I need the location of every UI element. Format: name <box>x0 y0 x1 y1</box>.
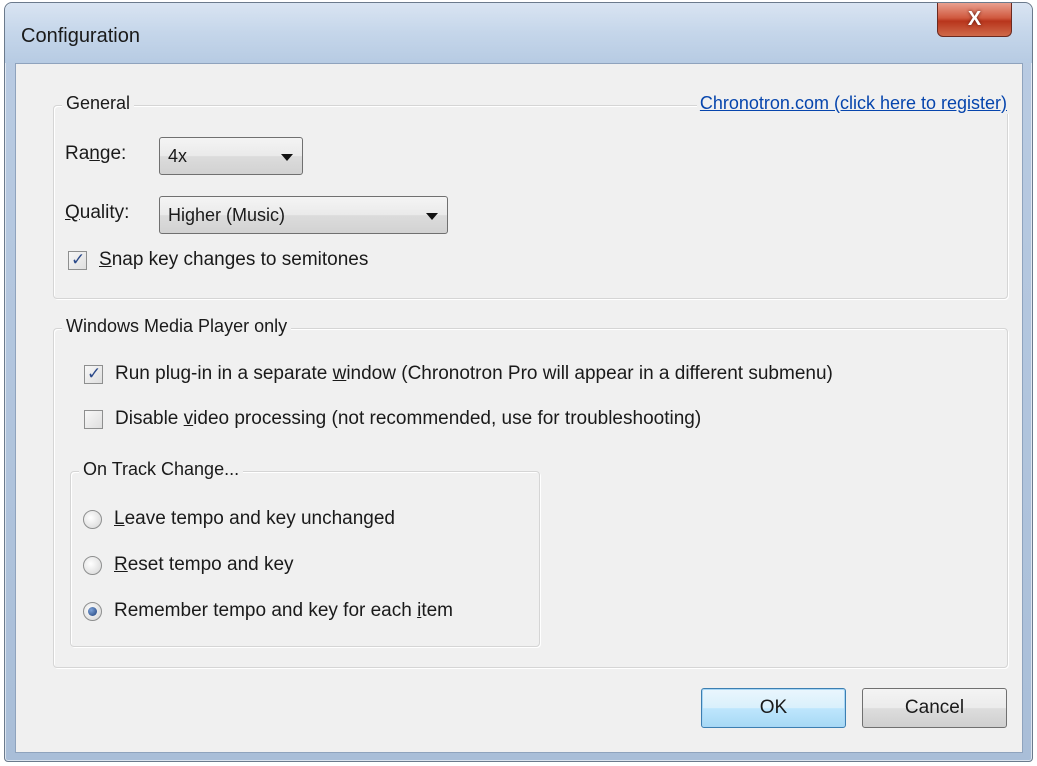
track-change-legend: On Track Change... <box>79 459 244 480</box>
track-change-group: On Track Change... Leave tempo and key u… <box>70 459 540 647</box>
snap-checkbox-label: Snap key changes to semitones <box>99 249 369 270</box>
wmp-group-legend: Windows Media Player only <box>62 316 292 337</box>
quality-select[interactable]: Higher (Music) <box>159 196 448 234</box>
radio-remember[interactable] <box>83 601 102 621</box>
separate-window-label: Run plug-in in a separate window (Chrono… <box>115 363 833 384</box>
disable-video-checkbox-row[interactable]: Disable video processing (not recommende… <box>84 408 701 430</box>
cancel-button[interactable]: Cancel <box>862 688 1007 728</box>
ok-button[interactable]: OK <box>701 688 846 728</box>
radio-leave-label: Leave tempo and key unchanged <box>114 508 396 529</box>
snap-checkbox-row[interactable]: ✓ Snap key changes to semitones <box>68 249 368 271</box>
radio-reset-row[interactable]: Reset tempo and key <box>83 554 294 576</box>
separate-window-checkbox[interactable]: ✓ <box>84 363 103 384</box>
radio-reset[interactable] <box>83 555 102 575</box>
checkmark-icon: ✓ <box>87 363 102 383</box>
radio-selected-dot <box>88 606 97 616</box>
separate-window-checkbox-row[interactable]: ✓ Run plug-in in a separate window (Chro… <box>84 363 833 385</box>
dialog-client-area: General Chronotron.com (click here to re… <box>15 63 1023 753</box>
quality-select-value: Higher (Music) <box>168 204 286 225</box>
range-label: Range: <box>65 143 127 164</box>
radio-remember-row[interactable]: Remember tempo and key for each item <box>83 600 453 622</box>
close-icon: X <box>967 8 982 30</box>
general-group-legend: General <box>62 93 135 114</box>
radio-reset-label: Reset tempo and key <box>114 554 294 575</box>
snap-checkbox[interactable]: ✓ <box>68 249 87 270</box>
radio-leave[interactable] <box>83 509 102 529</box>
chevron-down-icon <box>426 213 438 220</box>
register-link[interactable]: Chronotron.com (click here to register) <box>696 93 1010 114</box>
radio-remember-label: Remember tempo and key for each item <box>114 600 454 621</box>
general-group: General Chronotron.com (click here to re… <box>53 93 1010 299</box>
disable-video-checkbox[interactable] <box>84 409 103 429</box>
configuration-window: Configuration X General Chronotron.com (… <box>4 2 1033 762</box>
quality-label: Quality: <box>65 202 130 223</box>
chevron-down-icon <box>281 154 293 161</box>
close-button[interactable]: X <box>937 3 1012 37</box>
checkmark-icon: ✓ <box>71 249 86 269</box>
window-title: Configuration <box>21 25 140 47</box>
title-bar[interactable]: Configuration X <box>5 3 1032 63</box>
range-select[interactable]: 4x <box>159 137 303 175</box>
radio-leave-row[interactable]: Leave tempo and key unchanged <box>83 508 395 530</box>
range-select-value: 4x <box>168 145 188 166</box>
wmp-group: Windows Media Player only ✓ Run plug-in … <box>53 316 1008 668</box>
disable-video-label: Disable video processing (not recommende… <box>115 408 702 429</box>
